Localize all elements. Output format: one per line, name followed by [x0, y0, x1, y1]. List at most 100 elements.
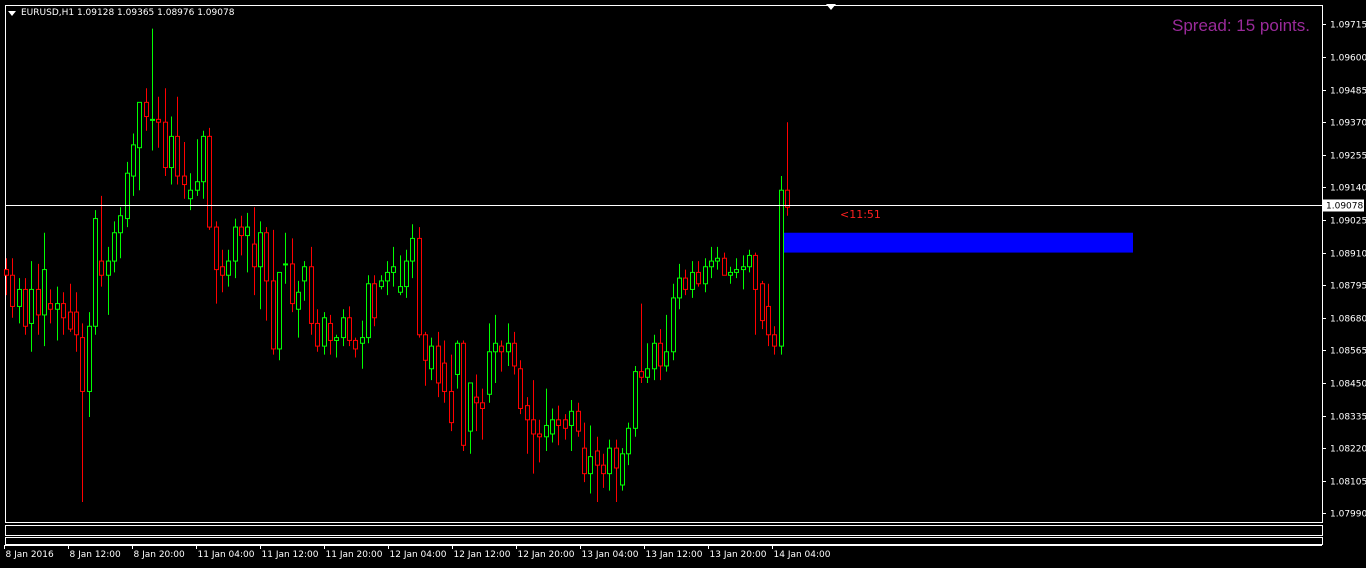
candle-body — [360, 337, 365, 344]
candle-body — [588, 456, 593, 475]
candle-body — [302, 266, 307, 282]
candle-body — [290, 263, 295, 305]
candle-body — [626, 427, 631, 455]
candle-body — [423, 334, 428, 361]
time-tick-label: 12 Jan 12:00 — [454, 550, 511, 560]
candle-body — [137, 101, 142, 149]
candle-body — [169, 135, 174, 169]
candle-body — [99, 260, 104, 276]
candle-body — [563, 419, 568, 429]
price-chart[interactable]: 1.09715 1.09600 1.09485 1.09370 1.09255 1.091… — [0, 0, 1366, 568]
current-price-label: 1.09078 — [1326, 202, 1363, 212]
candle-body — [772, 334, 777, 347]
candle-body — [277, 271, 282, 350]
candle-body — [214, 226, 219, 271]
candle-body — [347, 317, 352, 341]
price-tick-label: 1.09140 — [1330, 184, 1366, 194]
candle-body — [658, 342, 663, 367]
chart-shift-marker-icon[interactable] — [826, 4, 836, 10]
candle-body — [271, 280, 276, 350]
candle-body — [766, 305, 771, 336]
price-tick-label: 1.09370 — [1330, 119, 1366, 129]
spread-label: Spread: 15 points. — [1172, 16, 1310, 35]
candle-body — [480, 402, 485, 409]
price-tick-label: 1.08910 — [1330, 250, 1366, 260]
price-tick-label: 1.09025 — [1330, 217, 1366, 227]
candle-body — [582, 447, 587, 475]
candle-body — [309, 266, 314, 324]
price-tick-label: 1.08105 — [1330, 478, 1366, 488]
candle-body — [544, 424, 549, 438]
candle-body — [106, 260, 111, 276]
candle-body — [93, 218, 98, 327]
candle-body — [201, 135, 206, 183]
time-tick-label: 14 Jan 04:00 — [774, 550, 831, 560]
price-tick-label: 1.08565 — [1330, 347, 1366, 357]
time-tick-label: 12 Jan 20:00 — [518, 550, 575, 560]
candle-body — [61, 303, 66, 319]
time-tick-label: 13 Jan 12:00 — [646, 550, 703, 560]
candle-body — [722, 257, 727, 276]
price-tick-label: 1.08795 — [1330, 282, 1366, 292]
candle-body — [4, 269, 9, 276]
time-tick-label: 12 Jan 04:00 — [390, 550, 447, 560]
candle-body — [385, 271, 390, 282]
candle-body — [283, 263, 288, 266]
candle-body — [779, 189, 784, 347]
candle-body — [556, 419, 561, 426]
candle-body — [131, 144, 136, 177]
candle-body — [74, 311, 79, 336]
candle-body — [341, 317, 346, 339]
candle-body — [449, 390, 454, 424]
time-tick-label: 13 Jan 04:00 — [582, 550, 639, 560]
candle-body — [474, 396, 479, 404]
candle-body — [391, 266, 396, 273]
candle-body — [36, 288, 41, 316]
candle-body — [652, 342, 657, 370]
supply-demand-zone[interactable] — [781, 232, 1133, 253]
price-tick-label: 1.08335 — [1330, 413, 1366, 423]
candle-body — [690, 271, 695, 290]
candle-body — [696, 271, 701, 285]
candle-body — [614, 447, 619, 469]
candle-body — [150, 118, 155, 121]
candle-body — [23, 288, 28, 327]
time-tick-label: 11 Jan 04:00 — [198, 550, 255, 560]
chevron-down-icon[interactable] — [8, 10, 16, 16]
candle-body — [747, 254, 752, 268]
candle-body — [576, 410, 581, 432]
time-tick-label: 11 Jan 12:00 — [262, 550, 319, 560]
candle-body — [195, 181, 200, 191]
candle-body — [226, 260, 231, 276]
price-tick-label: 1.09255 — [1330, 152, 1366, 162]
candle-body — [112, 232, 117, 262]
candle-body — [569, 410, 574, 426]
candle-body — [436, 345, 441, 384]
time-tick-label: 8 Jan 20:00 — [134, 550, 186, 560]
chart-title[interactable]: EURUSD,H1 1.09128 1.09365 1.08976 1.0907… — [8, 6, 234, 20]
candle-body — [68, 311, 73, 330]
candle-body — [245, 226, 250, 237]
candle-body — [455, 342, 460, 375]
candle-body — [144, 101, 149, 118]
candle-body — [10, 274, 15, 307]
candle-body — [664, 351, 669, 367]
price-tick-label: 1.08680 — [1330, 315, 1366, 325]
price-tick-label: 1.07990 — [1330, 510, 1366, 520]
candle-body — [461, 342, 466, 446]
time-tick-label: 11 Jan 20:00 — [326, 550, 383, 560]
candle-body — [233, 226, 238, 262]
candle-body — [531, 419, 536, 435]
candle-body — [595, 450, 600, 466]
time-tick-label: 8 Jan 2016 — [6, 550, 54, 560]
candle-body — [258, 232, 263, 268]
candle-body — [372, 283, 377, 319]
candle-body — [87, 325, 92, 392]
candle-body — [607, 447, 612, 475]
candle-body — [703, 266, 708, 285]
candle-body — [42, 269, 47, 316]
candle-body — [468, 382, 473, 432]
candle-body — [633, 371, 638, 429]
candle-body — [601, 464, 606, 475]
candle-body — [207, 135, 212, 228]
